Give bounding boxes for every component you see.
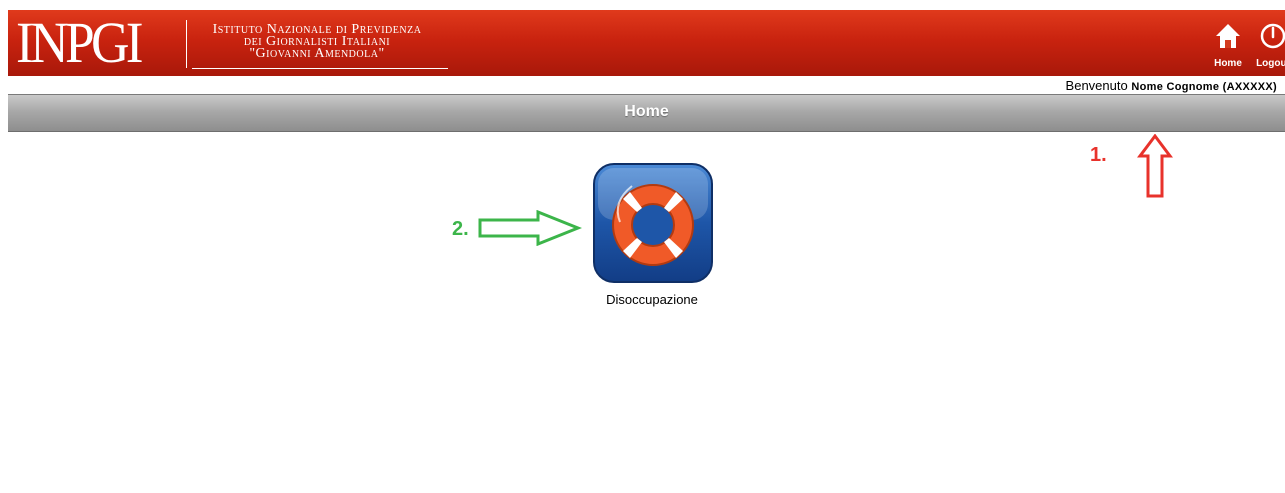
logo-text: Istituto Nazionale di Previdenza dei Gio… [192, 23, 442, 61]
annotation-step-1: 1. [1090, 144, 1107, 166]
logo-divider [186, 20, 187, 68]
logout-button[interactable]: Logout [1253, 22, 1285, 74]
home-icon [1216, 24, 1240, 48]
logout-label: Logout [1256, 58, 1285, 69]
red-up-arrow-icon [1137, 134, 1173, 198]
app-tile-disoccupazione[interactable]: Disoccupazione [590, 162, 714, 314]
app-label: Disoccupazione [606, 292, 698, 307]
power-icon [1260, 23, 1285, 49]
user-name: Nome Cognome (AXXXXX) [1131, 81, 1277, 93]
header-bar: INPGI Istituto Nazionale di Previdenza d… [8, 10, 1285, 76]
home-label: Home [1214, 58, 1242, 69]
page-title: Home [624, 103, 669, 120]
logo: INPGI [16, 10, 144, 75]
annotation-step-2: 2. [452, 218, 469, 240]
welcome-text: Benvenuto Nome Cognome (AXXXXX) [1066, 78, 1277, 93]
logo-underline [192, 68, 448, 69]
lifebuoy-icon [593, 163, 713, 283]
green-right-arrow-icon [478, 210, 582, 246]
title-bar: Home [8, 94, 1285, 132]
home-button[interactable]: Home [1208, 22, 1248, 74]
logo-line-3: "Giovanni Amendola" [249, 46, 385, 61]
welcome-prefix: Benvenuto [1065, 78, 1128, 93]
page: INPGI Istituto Nazionale di Previdenza d… [0, 0, 1285, 493]
